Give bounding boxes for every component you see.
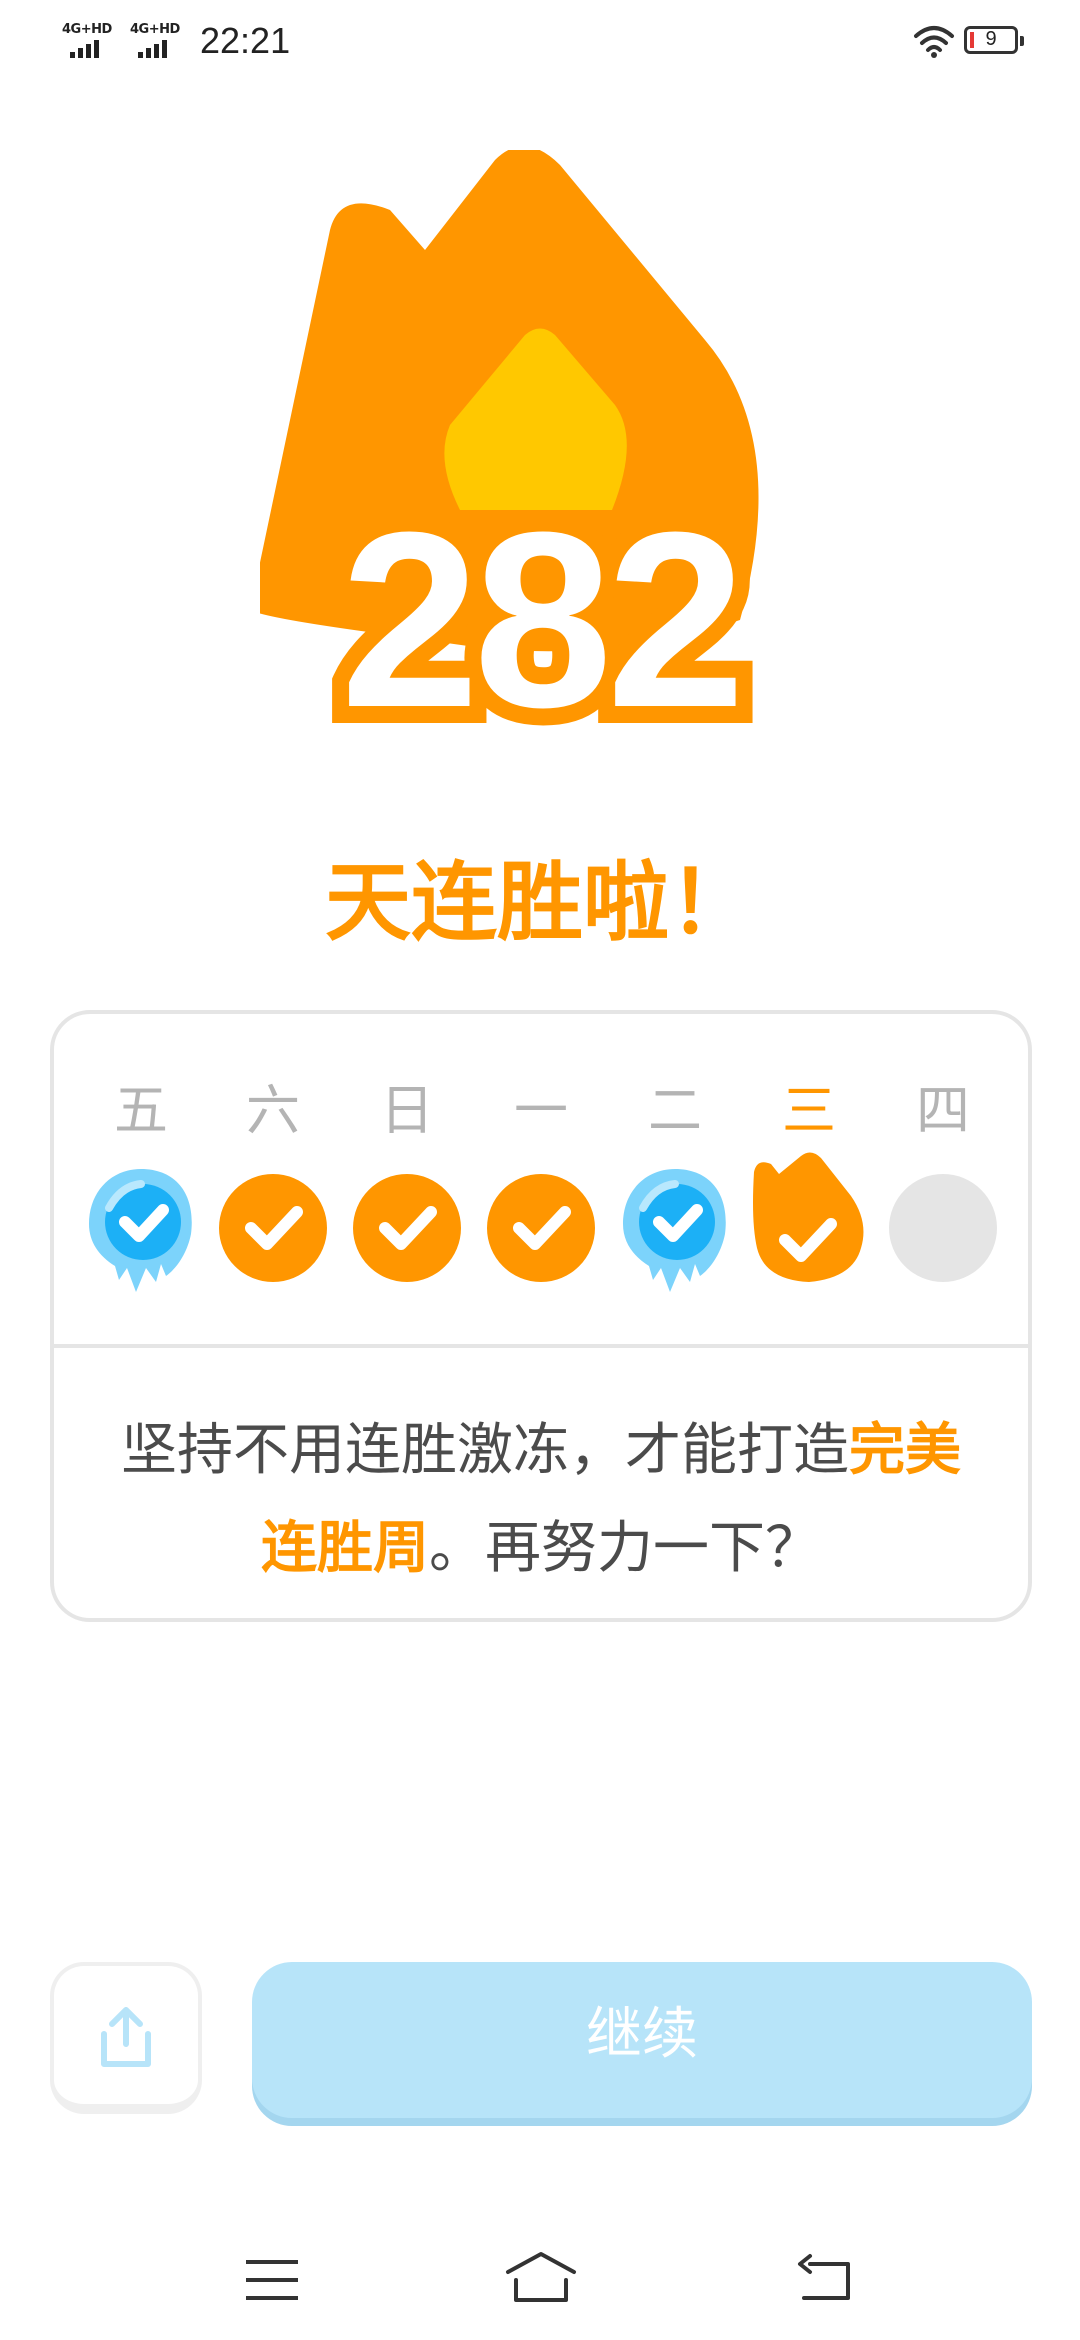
- day-mon: 一: [481, 1014, 601, 1344]
- day-label: 五: [114, 1079, 168, 1142]
- day-fri: 五: [81, 1014, 201, 1344]
- network-type-1: 4G+HD: [62, 22, 112, 37]
- status-bar: 4G+HD 4G+HD 22:21 9: [0, 0, 1080, 80]
- menu-icon[interactable]: [244, 2258, 300, 2304]
- network-type-2: 4G+HD: [130, 22, 180, 37]
- wifi-icon: [914, 26, 954, 58]
- day-label-today: 三: [782, 1079, 836, 1142]
- flame-check-icon: [753, 1152, 864, 1282]
- check-circle-icon: [487, 1174, 595, 1282]
- signal-bars-icon: [70, 40, 99, 58]
- day-thu: 四: [883, 1014, 1003, 1344]
- day-label: 日: [380, 1079, 434, 1142]
- day-label: 二: [648, 1079, 702, 1142]
- check-circle-icon: [353, 1174, 461, 1282]
- battery-percent: 9: [985, 28, 997, 50]
- share-icon: [101, 2007, 151, 2067]
- back-icon[interactable]: [796, 2252, 854, 2306]
- clock: 22:21: [200, 20, 291, 61]
- streak-freeze-icon: [89, 1169, 192, 1292]
- check-circle-icon: [219, 1174, 327, 1282]
- continue-button[interactable]: 继续: [252, 1962, 1032, 2118]
- signal-bars-icon: [138, 40, 167, 58]
- day-label: 六: [246, 1079, 300, 1142]
- streak-freeze-icon: [623, 1169, 726, 1292]
- day-sun: 日: [347, 1014, 467, 1344]
- empty-day-circle: [889, 1174, 997, 1282]
- card-message: 坚持不用连胜激冻，才能打造完美连胜周。再努力一下？: [94, 1402, 988, 1598]
- day-label: 一: [514, 1079, 568, 1142]
- share-button[interactable]: [50, 1962, 202, 2114]
- message-text-end: 。再努力一下？: [429, 1516, 821, 1581]
- battery-indicator: 9: [964, 26, 1024, 54]
- day-label: 四: [916, 1079, 970, 1142]
- week-streak-card: 五 六 日 一 二 三 四 坚持不用连胜激冻，才能打造完美连胜周。再努力一下？: [50, 1010, 1032, 1622]
- day-sat: 六: [213, 1014, 333, 1344]
- week-days-row: 五 六 日 一 二 三 四: [54, 1014, 1028, 1344]
- streak-caption: 天连胜啦！: [325, 853, 755, 953]
- card-divider: [54, 1344, 1028, 1348]
- streak-count: 282: [323, 478, 762, 762]
- streak-celebration-screen: 4G+HD 4G+HD 22:21 9 282 天连胜啦！ 五 六 日 一 二 …: [0, 0, 1080, 2340]
- home-icon[interactable]: [504, 2250, 578, 2306]
- day-wed-today: 三: [749, 1014, 869, 1344]
- day-tue: 二: [615, 1014, 735, 1344]
- system-nav-bar: [0, 2230, 1080, 2340]
- message-text: 坚持不用连胜激冻，才能打造: [121, 1418, 849, 1483]
